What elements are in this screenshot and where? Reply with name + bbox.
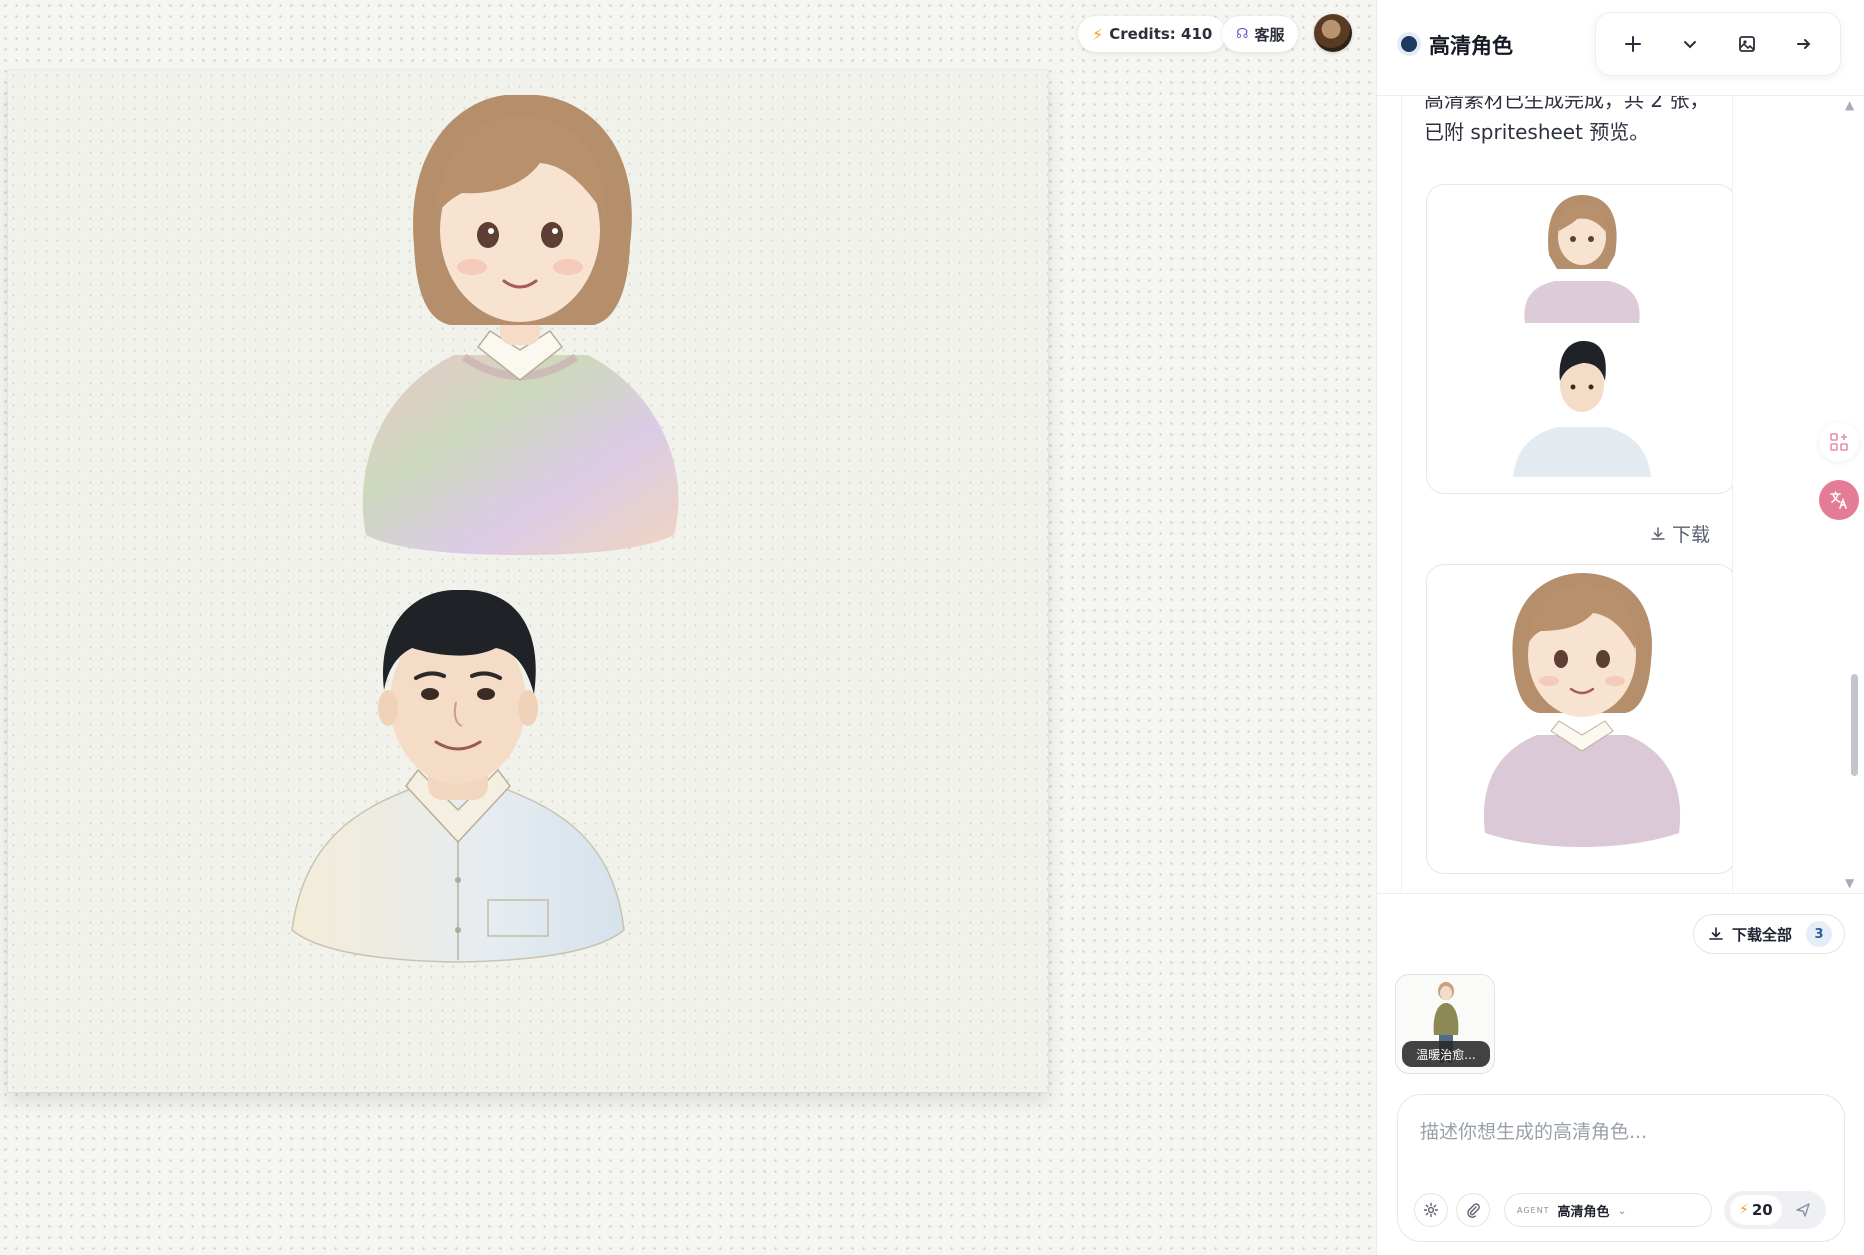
panel-divider	[1377, 893, 1864, 894]
credits-pill[interactable]: ⚡ Credits: 410	[1078, 16, 1227, 52]
status-dot	[1401, 36, 1417, 52]
girl-portrait	[362, 95, 679, 555]
agent-tag: AGENT	[1517, 1205, 1550, 1215]
plus-icon[interactable]	[1613, 24, 1653, 64]
download-all-button[interactable]: 下载全部 3	[1693, 914, 1845, 954]
download-count-badge: 3	[1806, 921, 1832, 947]
attachment-label: 温暖治愈...	[1402, 1041, 1490, 1067]
cost-value: 20	[1751, 1201, 1773, 1219]
panel-header: 高清角色	[1377, 0, 1864, 96]
settings-icon[interactable]	[1414, 1193, 1448, 1227]
agent-name: 高清角色	[1557, 1204, 1610, 1220]
agent-select[interactable]: AGENT 高清角色 ⌄	[1504, 1193, 1712, 1227]
support-label: 客服	[1254, 25, 1285, 44]
chevron-down-icon[interactable]	[1670, 24, 1710, 64]
character-card[interactable]	[1426, 564, 1732, 874]
bolt-icon: ⚡	[1739, 1202, 1749, 1218]
spritesheet-card[interactable]	[1426, 184, 1732, 494]
download-icon	[1709, 927, 1723, 940]
attachment-thumbnail[interactable]: 温暖治愈...	[1395, 974, 1495, 1074]
assistant-message: 高清素材已生成完成，共 2 张，已附 spritesheet 预览。	[1424, 96, 1710, 144]
side-panel: 高清角色 高清素材已生成完成，共 2 张，已附 spritesheet 预览。	[1376, 0, 1864, 1255]
download-label: 下载	[1671, 524, 1710, 546]
man-portrait	[291, 590, 625, 963]
spritesheet-preview	[1513, 195, 1651, 477]
headset-icon: ☊	[1236, 26, 1249, 42]
artboard[interactable]	[8, 70, 1048, 1092]
send-icon	[1796, 1203, 1810, 1217]
credits-label: Credits: 410	[1109, 25, 1213, 43]
message-list[interactable]: 高清素材已生成完成，共 2 张，已附 spritesheet 预览。 下载	[1401, 96, 1733, 893]
download-link[interactable]: 下载	[1650, 520, 1710, 547]
send-button[interactable]	[1788, 1195, 1818, 1225]
bolt-icon: ⚡	[1092, 24, 1104, 44]
scroll-up-arrow[interactable]: ▲	[1845, 98, 1854, 112]
arrow-right-icon[interactable]	[1784, 24, 1824, 64]
character-preview	[1483, 573, 1681, 847]
apps-icon[interactable]	[1819, 422, 1859, 462]
avatar[interactable]	[1314, 14, 1352, 52]
panel-title: 高清角色	[1429, 34, 1513, 58]
scroll-down-arrow[interactable]: ▼	[1845, 876, 1854, 890]
support-button[interactable]: ☊ 客服	[1222, 16, 1299, 52]
send-group: ⚡ 20	[1724, 1191, 1826, 1229]
scrollbar-thumb[interactable]	[1851, 674, 1858, 776]
translate-icon[interactable]	[1819, 480, 1859, 520]
chevron-down-icon: ⌄	[1617, 1203, 1627, 1217]
canvas[interactable]: ⚡ Credits: 410 ☊ 客服	[0, 0, 1376, 1255]
download-all-label: 下载全部	[1732, 925, 1793, 944]
download-icon	[1651, 526, 1665, 540]
panel-toolbar	[1595, 12, 1841, 76]
composer: AGENT 高清角色 ⌄ ⚡ 20	[1397, 1094, 1845, 1242]
cost-pill: ⚡ 20	[1730, 1195, 1782, 1225]
prompt-input[interactable]	[1420, 1121, 1820, 1143]
image-icon[interactable]	[1727, 24, 1767, 64]
paperclip-icon[interactable]	[1456, 1193, 1490, 1227]
